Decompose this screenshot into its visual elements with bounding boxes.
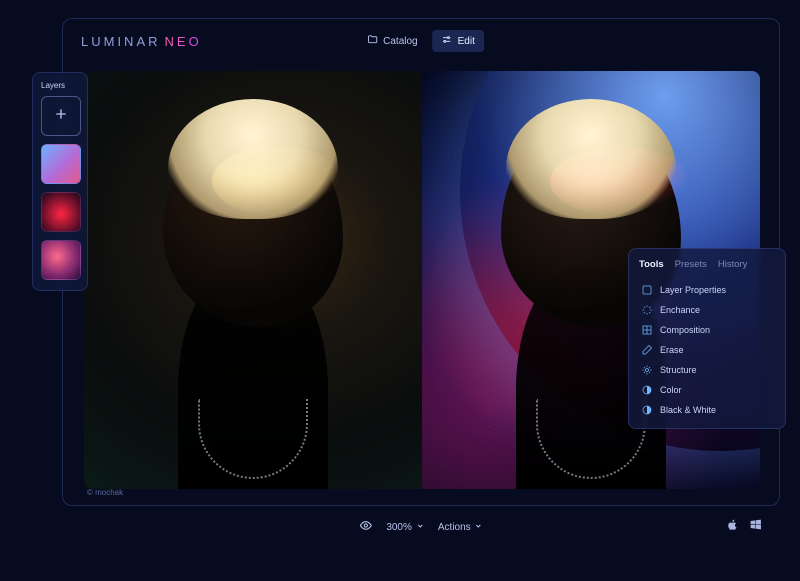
tool-layer-properties[interactable]: Layer Properties (639, 280, 775, 300)
zoom-value: 300% (386, 522, 412, 533)
tool-label: Structure (660, 365, 697, 375)
tool-label: Color (660, 385, 682, 395)
erase-icon (641, 344, 653, 356)
tools-panel: Tools Presets History Layer Properties E… (628, 248, 786, 429)
windows-icon[interactable] (749, 518, 762, 536)
composition-icon (641, 324, 653, 336)
structure-icon (641, 364, 653, 376)
layer-thumb-1[interactable] (41, 144, 81, 184)
credit-text: © mochak (87, 488, 123, 497)
tool-erase[interactable]: Erase (639, 340, 775, 360)
chevron-down-icon (416, 522, 424, 533)
tool-composition[interactable]: Composition (639, 320, 775, 340)
top-tabs: Catalog Edit (358, 30, 484, 52)
chevron-down-icon (475, 522, 483, 533)
sliders-icon (442, 34, 453, 48)
tab-history[interactable]: History (718, 259, 748, 270)
tab-presets[interactable]: Presets (675, 259, 707, 270)
layer-properties-icon (641, 284, 653, 296)
tab-edit-label: Edit (458, 36, 475, 47)
footer-right (726, 518, 762, 536)
canvas-before (84, 71, 422, 489)
tool-color[interactable]: Color (639, 380, 775, 400)
tool-label: Black & White (660, 405, 716, 415)
header-bar: LUMINAR NEO Catalog Edit (63, 19, 779, 63)
tool-label: Composition (660, 325, 710, 335)
tool-label: Erase (660, 345, 684, 355)
actions-label: Actions (438, 522, 471, 533)
tools-panel-tabs: Tools Presets History (639, 259, 775, 270)
enhance-icon (641, 304, 653, 316)
apple-icon[interactable] (726, 518, 739, 536)
footer-center: 300% Actions (359, 519, 482, 535)
app-brand: LUMINAR NEO (81, 34, 202, 49)
tool-black-white[interactable]: Black & White (639, 400, 775, 420)
tab-tools[interactable]: Tools (639, 259, 664, 270)
plus-icon (53, 106, 69, 127)
tool-structure[interactable]: Structure (639, 360, 775, 380)
tool-enhance[interactable]: Enchance (639, 300, 775, 320)
layers-title: Layers (41, 81, 79, 90)
tool-label: Layer Properties (660, 285, 726, 295)
eye-icon (359, 519, 372, 535)
layers-panel: Layers (32, 72, 88, 291)
visibility-toggle[interactable] (359, 519, 372, 535)
black-white-icon (641, 404, 653, 416)
tool-label: Enchance (660, 305, 700, 315)
folder-icon (367, 34, 378, 48)
tab-catalog-label: Catalog (383, 36, 417, 47)
add-layer-button[interactable] (41, 96, 81, 136)
footer-bar: 300% Actions (62, 512, 780, 542)
color-icon (641, 384, 653, 396)
brand-part-b: NEO (165, 34, 202, 49)
layer-thumb-3[interactable] (41, 240, 81, 280)
tab-edit[interactable]: Edit (433, 30, 484, 52)
zoom-dropdown[interactable]: 300% (386, 522, 424, 533)
tab-catalog[interactable]: Catalog (358, 30, 426, 52)
subject-before (84, 71, 422, 489)
layer-thumb-2[interactable] (41, 192, 81, 232)
actions-dropdown[interactable]: Actions (438, 522, 483, 533)
brand-part-a: LUMINAR (81, 34, 161, 49)
